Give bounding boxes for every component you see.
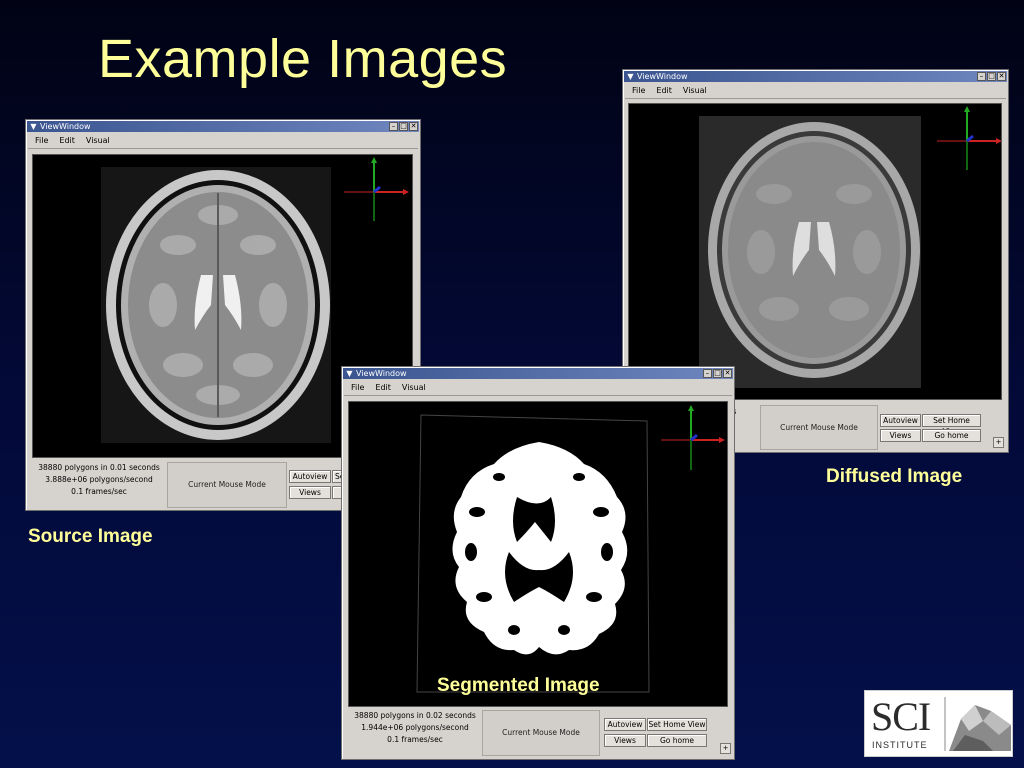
chevron-down-icon[interactable]: ▼	[626, 72, 635, 81]
window-title: ViewWindow	[356, 369, 407, 378]
stat-polygons-time: 38880 polygons in 0.02 seconds	[354, 711, 476, 720]
stat-frame-rate: 0.1 frames/sec	[387, 735, 443, 744]
sci-institute-logo: SCI INSTITUTE	[864, 690, 1013, 757]
set-home-view-button[interactable]: Set Home View	[922, 414, 981, 436]
menu-file[interactable]: File	[35, 136, 48, 145]
close-icon[interactable]: ✕	[997, 72, 1006, 81]
autoview-button[interactable]: Autoview	[289, 470, 331, 483]
render-viewport[interactable]	[628, 103, 1002, 400]
menu-edit[interactable]: Edit	[375, 383, 391, 392]
stat-polygons-rate: 1.944e+06 polygons/second	[361, 723, 469, 732]
views-button[interactable]: Views	[880, 429, 921, 442]
mouse-mode-box: Current Mouse Mode	[482, 710, 600, 756]
views-button[interactable]: Views	[289, 486, 331, 499]
viewwindow-segmented: ▼ ViewWindow – □ ✕ File Edit Visual 3888…	[341, 366, 735, 760]
minimize-icon[interactable]: –	[389, 122, 398, 131]
caption-source: Source Image	[28, 526, 153, 547]
minimize-icon[interactable]: –	[977, 72, 986, 81]
titlebar[interactable]: ▼ ViewWindow – □ ✕	[624, 71, 1007, 82]
menu-visual[interactable]: Visual	[683, 86, 707, 95]
menubar: File Edit Visual	[344, 380, 732, 396]
chevron-down-icon[interactable]: ▼	[345, 369, 354, 378]
menu-edit[interactable]: Edit	[59, 136, 75, 145]
maximize-icon[interactable]: □	[987, 72, 996, 81]
menu-visual[interactable]: Visual	[86, 136, 110, 145]
menu-file[interactable]: File	[351, 383, 364, 392]
caption-segmented: Segmented Image	[437, 675, 600, 696]
xyz-axes-icon	[661, 405, 725, 470]
autoview-button[interactable]: Autoview	[880, 414, 921, 427]
logo-mountain-graphic	[944, 697, 1011, 751]
slide-title: Example Images	[98, 29, 508, 89]
go-home-button[interactable]: Go home	[922, 429, 981, 442]
titlebar[interactable]: ▼ ViewWindow – □ ✕	[27, 121, 419, 132]
mouse-mode-label: Current Mouse Mode	[780, 423, 858, 432]
brain-image-segmented	[416, 405, 725, 693]
titlebar[interactable]: ▼ ViewWindow – □ ✕	[343, 368, 733, 379]
xyz-axes-icon	[344, 157, 409, 221]
mouse-mode-label: Current Mouse Mode	[502, 728, 580, 737]
window-title: ViewWindow	[40, 122, 91, 131]
caption-diffused: Diffused Image	[826, 466, 963, 487]
stat-frame-rate: 0.1 frames/sec	[71, 487, 127, 496]
brain-image-diffused	[699, 106, 1001, 388]
menubar: File Edit Visual	[28, 133, 418, 149]
mouse-mode-label: Current Mouse Mode	[188, 480, 266, 489]
mouse-mode-box: Current Mouse Mode	[167, 462, 287, 508]
window-title: ViewWindow	[637, 72, 688, 81]
maximize-icon[interactable]: □	[713, 369, 722, 378]
menu-file[interactable]: File	[632, 86, 645, 95]
stat-polygons-rate: 3.888e+06 polygons/second	[45, 475, 153, 484]
go-home-button[interactable]: Go home	[647, 734, 707, 747]
views-button[interactable]: Views	[604, 734, 646, 747]
chevron-down-icon[interactable]: ▼	[29, 122, 38, 131]
menu-edit[interactable]: Edit	[656, 86, 672, 95]
close-icon[interactable]: ✕	[723, 369, 732, 378]
render-stats: 38880 polygons in 0.02 seconds 1.944e+06…	[348, 710, 482, 746]
menubar: File Edit Visual	[625, 83, 1006, 99]
render-viewport[interactable]	[348, 401, 728, 707]
xyz-axes-icon	[937, 106, 1001, 170]
expand-button[interactable]: +	[720, 743, 731, 754]
autoview-button[interactable]: Autoview	[604, 718, 646, 731]
minimize-icon[interactable]: –	[703, 369, 712, 378]
close-icon[interactable]: ✕	[409, 122, 418, 131]
render-stats: 38880 polygons in 0.01 seconds 3.888e+06…	[32, 462, 166, 498]
expand-button[interactable]: +	[993, 437, 1004, 448]
menu-visual[interactable]: Visual	[402, 383, 426, 392]
maximize-icon[interactable]: □	[399, 122, 408, 131]
set-home-view-button[interactable]: Set Home View	[647, 718, 707, 731]
mouse-mode-box: Current Mouse Mode	[760, 405, 878, 450]
stat-polygons-time: 38880 polygons in 0.01 seconds	[38, 463, 160, 472]
